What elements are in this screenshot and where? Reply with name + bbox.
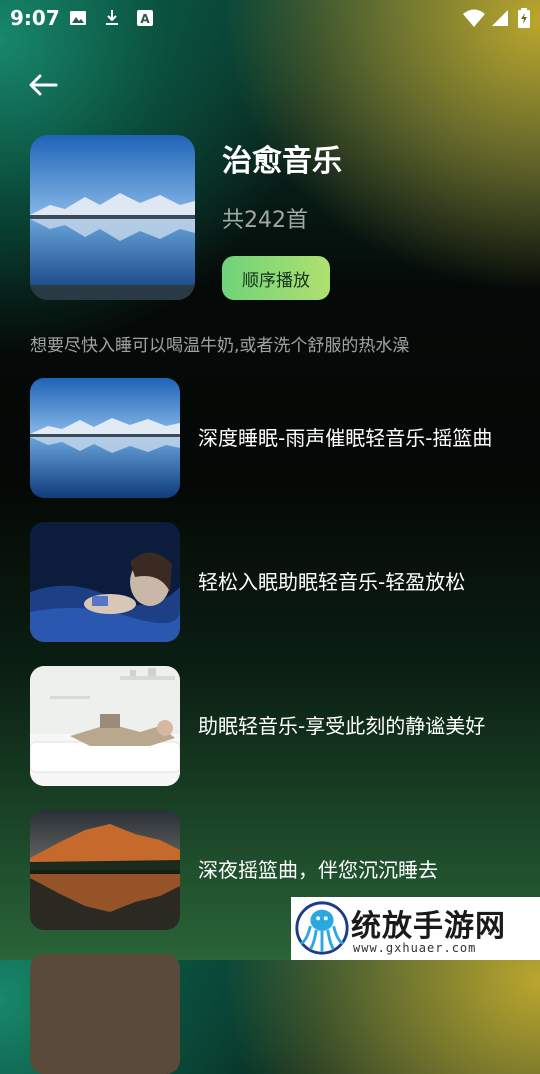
download-icon bbox=[102, 8, 122, 28]
svg-text:A: A bbox=[140, 12, 150, 26]
song-title: 轻松入眠助眠轻音乐-轻盈放松 bbox=[198, 570, 466, 594]
song-cover bbox=[30, 666, 180, 786]
song-title: 助眠轻音乐-享受此刻的静谧美好 bbox=[198, 714, 486, 738]
signal-icon bbox=[490, 8, 510, 28]
song-cover bbox=[30, 522, 180, 642]
watermark-url: www.gxhuaer.com bbox=[353, 941, 477, 955]
song-item[interactable]: 深度睡眠-雨声催眠轻音乐-摇篮曲 bbox=[30, 378, 520, 498]
text-a-icon: A bbox=[135, 8, 155, 28]
song-cover bbox=[30, 378, 180, 498]
song-item[interactable]: 轻松入眠助眠轻音乐-轻盈放松 bbox=[30, 522, 520, 642]
playlist-cover bbox=[30, 135, 195, 300]
song-title: 深度睡眠-雨声催眠轻音乐-摇篮曲 bbox=[198, 426, 493, 450]
song-count: 共242首 bbox=[222, 208, 308, 233]
image-icon bbox=[68, 8, 88, 28]
watermark-title: 统放手游网 bbox=[351, 909, 506, 944]
back-button[interactable] bbox=[26, 68, 60, 102]
battery-icon bbox=[518, 8, 530, 28]
playlist-description: 想要尽快入睡可以喝温牛奶,或者洗个舒服的热水澡 bbox=[30, 336, 410, 356]
song-cover bbox=[30, 810, 180, 930]
site-watermark[interactable]: 统放手游网 www.gxhuaer.com bbox=[291, 897, 540, 960]
back-arrow-icon bbox=[29, 74, 58, 96]
wifi-icon bbox=[462, 8, 486, 28]
song-item[interactable] bbox=[30, 954, 520, 1074]
octopus-logo-icon bbox=[295, 901, 349, 955]
song-cover bbox=[30, 954, 180, 1074]
status-time: 9:07 bbox=[10, 6, 60, 30]
status-bar: 9:07 A bbox=[0, 0, 540, 36]
song-item[interactable]: 助眠轻音乐-享受此刻的静谧美好 bbox=[30, 666, 520, 786]
sequential-play-button[interactable]: 顺序播放 bbox=[222, 256, 330, 300]
playlist-title: 治愈音乐 bbox=[222, 144, 342, 179]
